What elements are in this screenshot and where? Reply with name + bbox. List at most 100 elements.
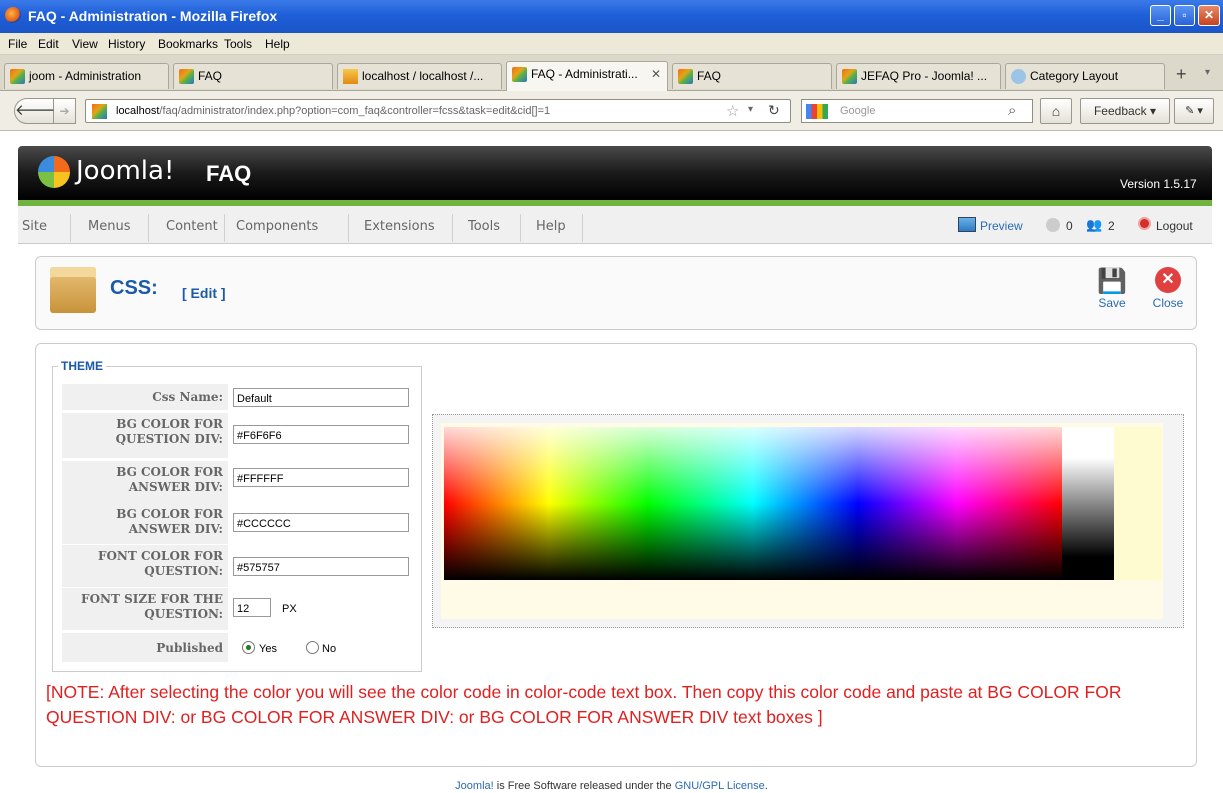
menu-separator xyxy=(148,214,149,242)
phpmyadmin-favicon-icon xyxy=(343,69,358,84)
font-size-input[interactable] xyxy=(233,598,271,617)
maximize-button[interactable]: ▫ xyxy=(1174,5,1195,26)
menu-file[interactable]: File xyxy=(8,37,27,51)
published-no-radio[interactable] xyxy=(306,641,319,654)
menu-edit[interactable]: Edit xyxy=(38,37,59,51)
menu-view[interactable]: View xyxy=(72,37,98,51)
tab-label: JEFAQ Pro - Joomla! ... xyxy=(861,69,988,83)
close-button[interactable]: ✕ Close xyxy=(1146,267,1190,323)
published-yes-radio[interactable] xyxy=(242,641,255,654)
feedback-label: Feedback xyxy=(1093,104,1147,118)
messages-icon xyxy=(1046,218,1060,232)
logout-icon[interactable] xyxy=(1138,217,1151,230)
theme-legend: THEME xyxy=(58,359,106,373)
menu-separator xyxy=(520,214,521,242)
preview-link[interactable]: Preview xyxy=(980,219,1023,233)
question-bg-label: BG COLOR FOR QUESTION DIV: xyxy=(62,413,228,458)
tab-faq-1[interactable]: FAQ xyxy=(173,63,333,89)
users-count[interactable]: 2 xyxy=(1108,219,1115,233)
answer-bg-label-1: BG COLOR FOR ANSWER DIV: xyxy=(62,461,228,506)
tab-joom-administration[interactable]: joom - Administration xyxy=(4,63,169,89)
url-text: localhost/faq/administrator/index.php?op… xyxy=(116,105,550,117)
save-label: Save xyxy=(1098,296,1126,310)
tab-label: FAQ - Administrati... xyxy=(531,67,638,81)
menu-separator xyxy=(348,214,349,242)
menu-site[interactable]: Site xyxy=(22,219,47,234)
font-color-input[interactable] xyxy=(233,557,409,576)
tab-phpmyadmin[interactable]: localhost / localhost /... xyxy=(337,63,502,89)
new-tab-icon[interactable]: + xyxy=(1176,64,1187,85)
close-tab-icon[interactable]: ✕ xyxy=(651,67,661,81)
close-icon: ✕ xyxy=(1155,267,1181,293)
feedback-button[interactable]: Feedback ▾ xyxy=(1080,98,1170,124)
menu-separator xyxy=(582,214,583,242)
tab-faq-administration[interactable]: FAQ - Administrati... ✕ xyxy=(506,61,668,91)
minimize-button[interactable]: _ xyxy=(1150,5,1171,26)
save-icon: 💾 xyxy=(1097,268,1127,295)
menu-components[interactable]: Components xyxy=(236,219,318,234)
back-button[interactable]: 🡐 xyxy=(14,98,55,124)
close-label: Close xyxy=(1152,296,1184,310)
navigation-bar: 🡐 ➔ localhost/faq/administrator/index.ph… xyxy=(0,91,1223,131)
search-icon[interactable]: ⌕ xyxy=(1008,102,1016,119)
home-button[interactable]: ⌂ xyxy=(1040,98,1072,124)
joomla-link[interactable]: Joomla! xyxy=(455,780,494,792)
url-bar[interactable]: localhost/faq/administrator/index.php?op… xyxy=(85,99,791,123)
menu-bookmarks[interactable]: Bookmarks xyxy=(158,37,218,51)
menu-tools[interactable]: Tools xyxy=(468,219,500,234)
addon-button[interactable]: ✎ ▾ xyxy=(1174,98,1214,124)
grayscale-bar[interactable] xyxy=(1062,427,1114,580)
tab-list-icon[interactable]: ▾ xyxy=(1205,67,1210,78)
form-row-published: Published xyxy=(62,633,412,663)
url-path: /faq/administrator/index.php?option=com_… xyxy=(159,105,551,117)
close-window-button[interactable]: ✕ xyxy=(1198,5,1220,26)
page-favicon-icon xyxy=(1011,69,1026,84)
google-icon[interactable] xyxy=(806,104,828,119)
messages-count[interactable]: 0 xyxy=(1066,219,1073,233)
joomla-favicon-icon xyxy=(10,69,25,84)
color-spectrum[interactable] xyxy=(444,427,1062,580)
menu-tools[interactable]: Tools xyxy=(224,37,252,51)
component-title: FAQ xyxy=(206,161,252,186)
question-bg-input[interactable] xyxy=(233,425,409,444)
menu-extensions[interactable]: Extensions xyxy=(364,219,435,234)
tab-bar: joom - Administration FAQ localhost / lo… xyxy=(0,55,1223,91)
published-label: Published xyxy=(62,633,228,662)
menu-help[interactable]: Help xyxy=(536,219,566,234)
bookmark-star-icon[interactable]: ☆ xyxy=(726,102,739,120)
font-size-unit: PX xyxy=(282,603,297,615)
url-dropdown-icon[interactable]: ▾ xyxy=(748,104,753,115)
save-button[interactable]: 💾 Save xyxy=(1090,267,1134,323)
css-name-input[interactable] xyxy=(233,388,409,407)
preview-icon[interactable] xyxy=(958,217,976,232)
gpl-license-link[interactable]: GNU/GPL License xyxy=(675,780,765,792)
search-placeholder: Google xyxy=(840,105,876,117)
logout-link[interactable]: Logout xyxy=(1156,219,1193,233)
forward-button[interactable]: ➔ xyxy=(54,98,76,124)
window-title: FAQ - Administration - Mozilla Firefox xyxy=(28,8,278,24)
menu-separator xyxy=(224,214,225,242)
joomla-favicon-icon xyxy=(842,69,857,84)
tab-label: localhost / localhost /... xyxy=(362,69,484,83)
tab-label: joom - Administration xyxy=(29,69,142,83)
window-titlebar: FAQ - Administration - Mozilla Firefox _… xyxy=(0,0,1223,33)
answer-bg-input-1[interactable] xyxy=(233,468,409,487)
joomla-favicon-icon xyxy=(678,69,693,84)
menu-content[interactable]: Content xyxy=(166,219,218,234)
menu-history[interactable]: History xyxy=(108,37,145,51)
answer-bg-input-2[interactable] xyxy=(233,513,409,532)
tab-category-layout[interactable]: Category Layout xyxy=(1005,63,1165,89)
footer-text: is Free Software released under the xyxy=(493,780,675,792)
menu-menus[interactable]: Menus xyxy=(88,219,130,234)
reload-icon[interactable]: ↻ xyxy=(768,102,780,119)
answer-bg-label-2: BG COLOR FOR ANSWER DIV: xyxy=(62,503,228,544)
joomla-brand: Joomla! xyxy=(76,156,175,186)
css-name-label: Css Name: xyxy=(62,384,228,410)
menu-help[interactable]: Help xyxy=(265,37,290,51)
tab-faq-2[interactable]: FAQ xyxy=(672,63,832,89)
published-no-label: No xyxy=(322,643,337,655)
tab-label: Category Layout xyxy=(1030,69,1119,83)
tab-jefaq-pro[interactable]: JEFAQ Pro - Joomla! ... xyxy=(836,63,1001,89)
search-input[interactable]: Google ⌕ xyxy=(801,99,1033,123)
version-label: Version 1.5.17 xyxy=(1120,177,1197,191)
